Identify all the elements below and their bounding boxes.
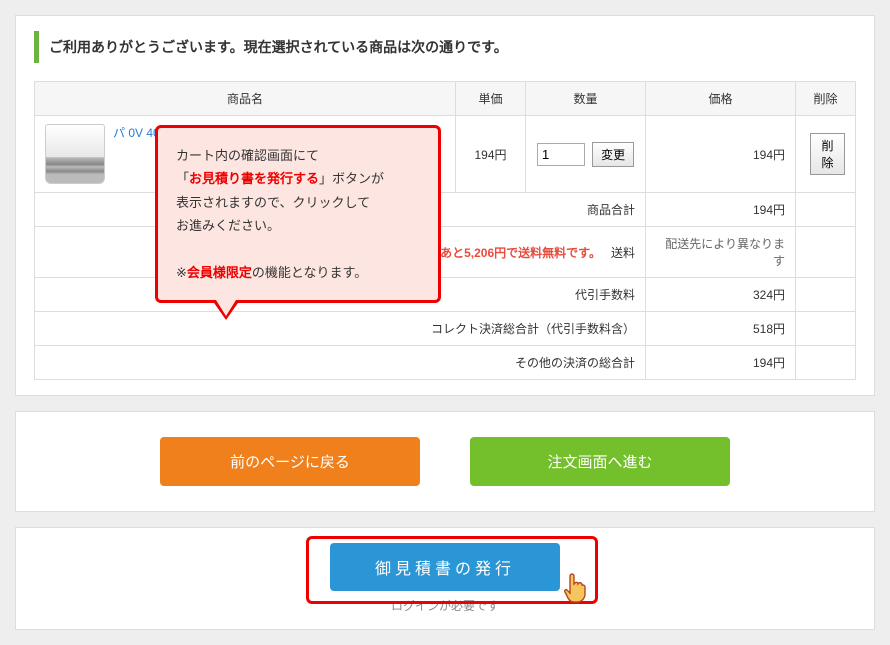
tooltip-line: 「お見積り書を発行する」ボタンが	[176, 167, 420, 190]
tooltip-line: 表示されますので、クリックして	[176, 191, 420, 214]
product-thumbnail	[45, 124, 105, 184]
free-shipping-note: あと5,206円で送料無料です。	[440, 246, 601, 260]
pointer-cursor-icon	[564, 572, 590, 604]
tooltip-arrow-icon	[212, 300, 240, 320]
tooltip-line: カート内の確認画面にて	[176, 144, 420, 167]
instruction-tooltip: カート内の確認画面にて 「お見積り書を発行する」ボタンが 表示されますので、クリ…	[155, 125, 441, 303]
other-label: その他の決済の総合計	[35, 346, 646, 380]
change-qty-button[interactable]: 変更	[592, 142, 634, 167]
line-price: 194円	[646, 116, 796, 193]
cart-panel: ご利用ありがとうございます。現在選択されている商品は次の通りです。 商品名 単価…	[15, 15, 875, 396]
quote-panel: 御見積書の発行 ログインが必要です	[15, 527, 875, 630]
subtotal: 194円	[646, 193, 796, 227]
col-price: 価格	[646, 82, 796, 116]
unit-price: 194円	[456, 116, 526, 193]
collect-label: コレクト決済総合計（代引手数料含）	[35, 312, 646, 346]
col-name: 商品名	[35, 82, 456, 116]
shipping-label: 送料	[611, 246, 635, 260]
cod-fee: 324円	[646, 278, 796, 312]
delete-button[interactable]: 削除	[810, 133, 845, 175]
collect-total: 518円	[646, 312, 796, 346]
col-qty: 数量	[526, 82, 646, 116]
back-button[interactable]: 前のページに戻る	[160, 437, 420, 486]
quote-button[interactable]: 御見積書の発行	[330, 543, 560, 591]
quantity-input[interactable]	[537, 143, 585, 166]
other-total: 194円	[646, 346, 796, 380]
next-button[interactable]: 注文画面へ進む	[470, 437, 730, 486]
tooltip-line: お進みください。	[176, 214, 420, 237]
login-required-note: ログインが必要です	[34, 597, 856, 614]
col-unit: 単価	[456, 82, 526, 116]
shipping-note: 配送先により異なります	[646, 227, 796, 278]
col-del: 削除	[796, 82, 856, 116]
page-title: ご利用ありがとうございます。現在選択されている商品は次の通りです。	[34, 31, 856, 63]
tooltip-line: ※会員様限定の機能となります。	[176, 261, 420, 284]
nav-buttons-panel: 前のページに戻る 注文画面へ進む	[15, 411, 875, 512]
